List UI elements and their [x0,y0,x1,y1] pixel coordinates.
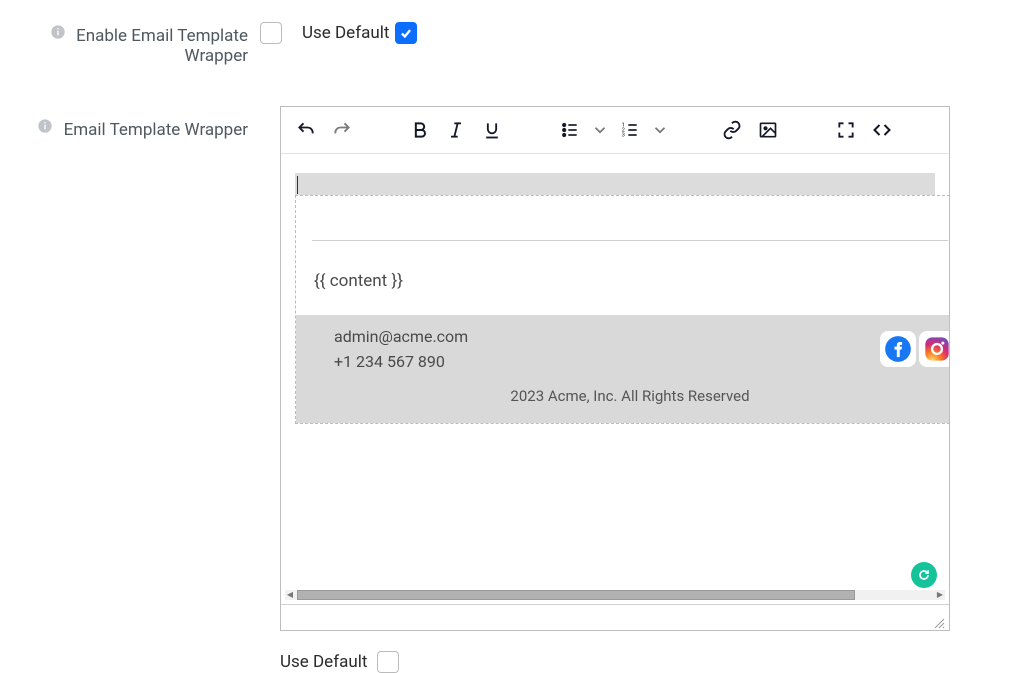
email-footer: admin@acme.com +1 234 567 890 [296,315,949,423]
fullscreen-button[interactable] [831,115,861,145]
editor-status-bar [281,604,949,630]
footer-email: admin@acme.com [334,327,468,346]
link-button[interactable] [717,115,747,145]
redo-button[interactable] [327,115,357,145]
facebook-icon[interactable] [880,331,916,367]
bullet-list-dropdown[interactable] [591,115,609,145]
resize-handle-icon[interactable] [933,614,947,628]
footer-copyright: 2023 Acme, Inc. All Rights Reserved [314,377,946,419]
instagram-icon[interactable] [919,331,949,367]
scroll-right-arrow[interactable]: ▶ [935,590,945,600]
numbered-list-button[interactable]: 123 [615,115,645,145]
text-cursor [297,176,298,194]
use-default-bottom-label: Use Default [280,652,367,672]
editor-toolbar: 123 [281,107,949,154]
source-code-button[interactable] [867,115,897,145]
image-button[interactable] [753,115,783,145]
scroll-thumb[interactable] [297,590,855,600]
content-placeholder: {{ content }} [296,251,949,315]
numbered-list-dropdown[interactable] [651,115,669,145]
enable-wrapper-label: Enable Email Template Wrapper [76,26,248,66]
use-default-top-label: Use Default [302,23,389,43]
bold-button[interactable] [405,115,435,145]
horizontal-scrollbar[interactable]: ◀ ▶ [285,590,945,600]
underline-button[interactable] [477,115,507,145]
info-icon [50,24,66,45]
template-preview: {{ content }} admin@acme.com +1 234 567 … [295,195,949,424]
footer-phone: +1 234 567 890 [334,352,468,371]
italic-button[interactable] [441,115,471,145]
info-icon [37,118,53,139]
svg-text:3: 3 [622,133,625,139]
content-band [295,173,935,195]
email-template-wrapper-label: Email Template Wrapper [64,120,248,140]
editor-content-area[interactable]: {{ content }} admin@acme.com +1 234 567 … [281,154,949,604]
grammarly-icon[interactable] [911,562,937,588]
use-default-top-checkbox[interactable] [395,22,417,44]
undo-button[interactable] [291,115,321,145]
editor-container: 123 [280,106,950,631]
scroll-left-arrow[interactable]: ◀ [285,590,295,600]
use-default-bottom-checkbox[interactable] [377,651,399,673]
bullet-list-button[interactable] [555,115,585,145]
enable-wrapper-checkbox[interactable] [260,22,282,44]
